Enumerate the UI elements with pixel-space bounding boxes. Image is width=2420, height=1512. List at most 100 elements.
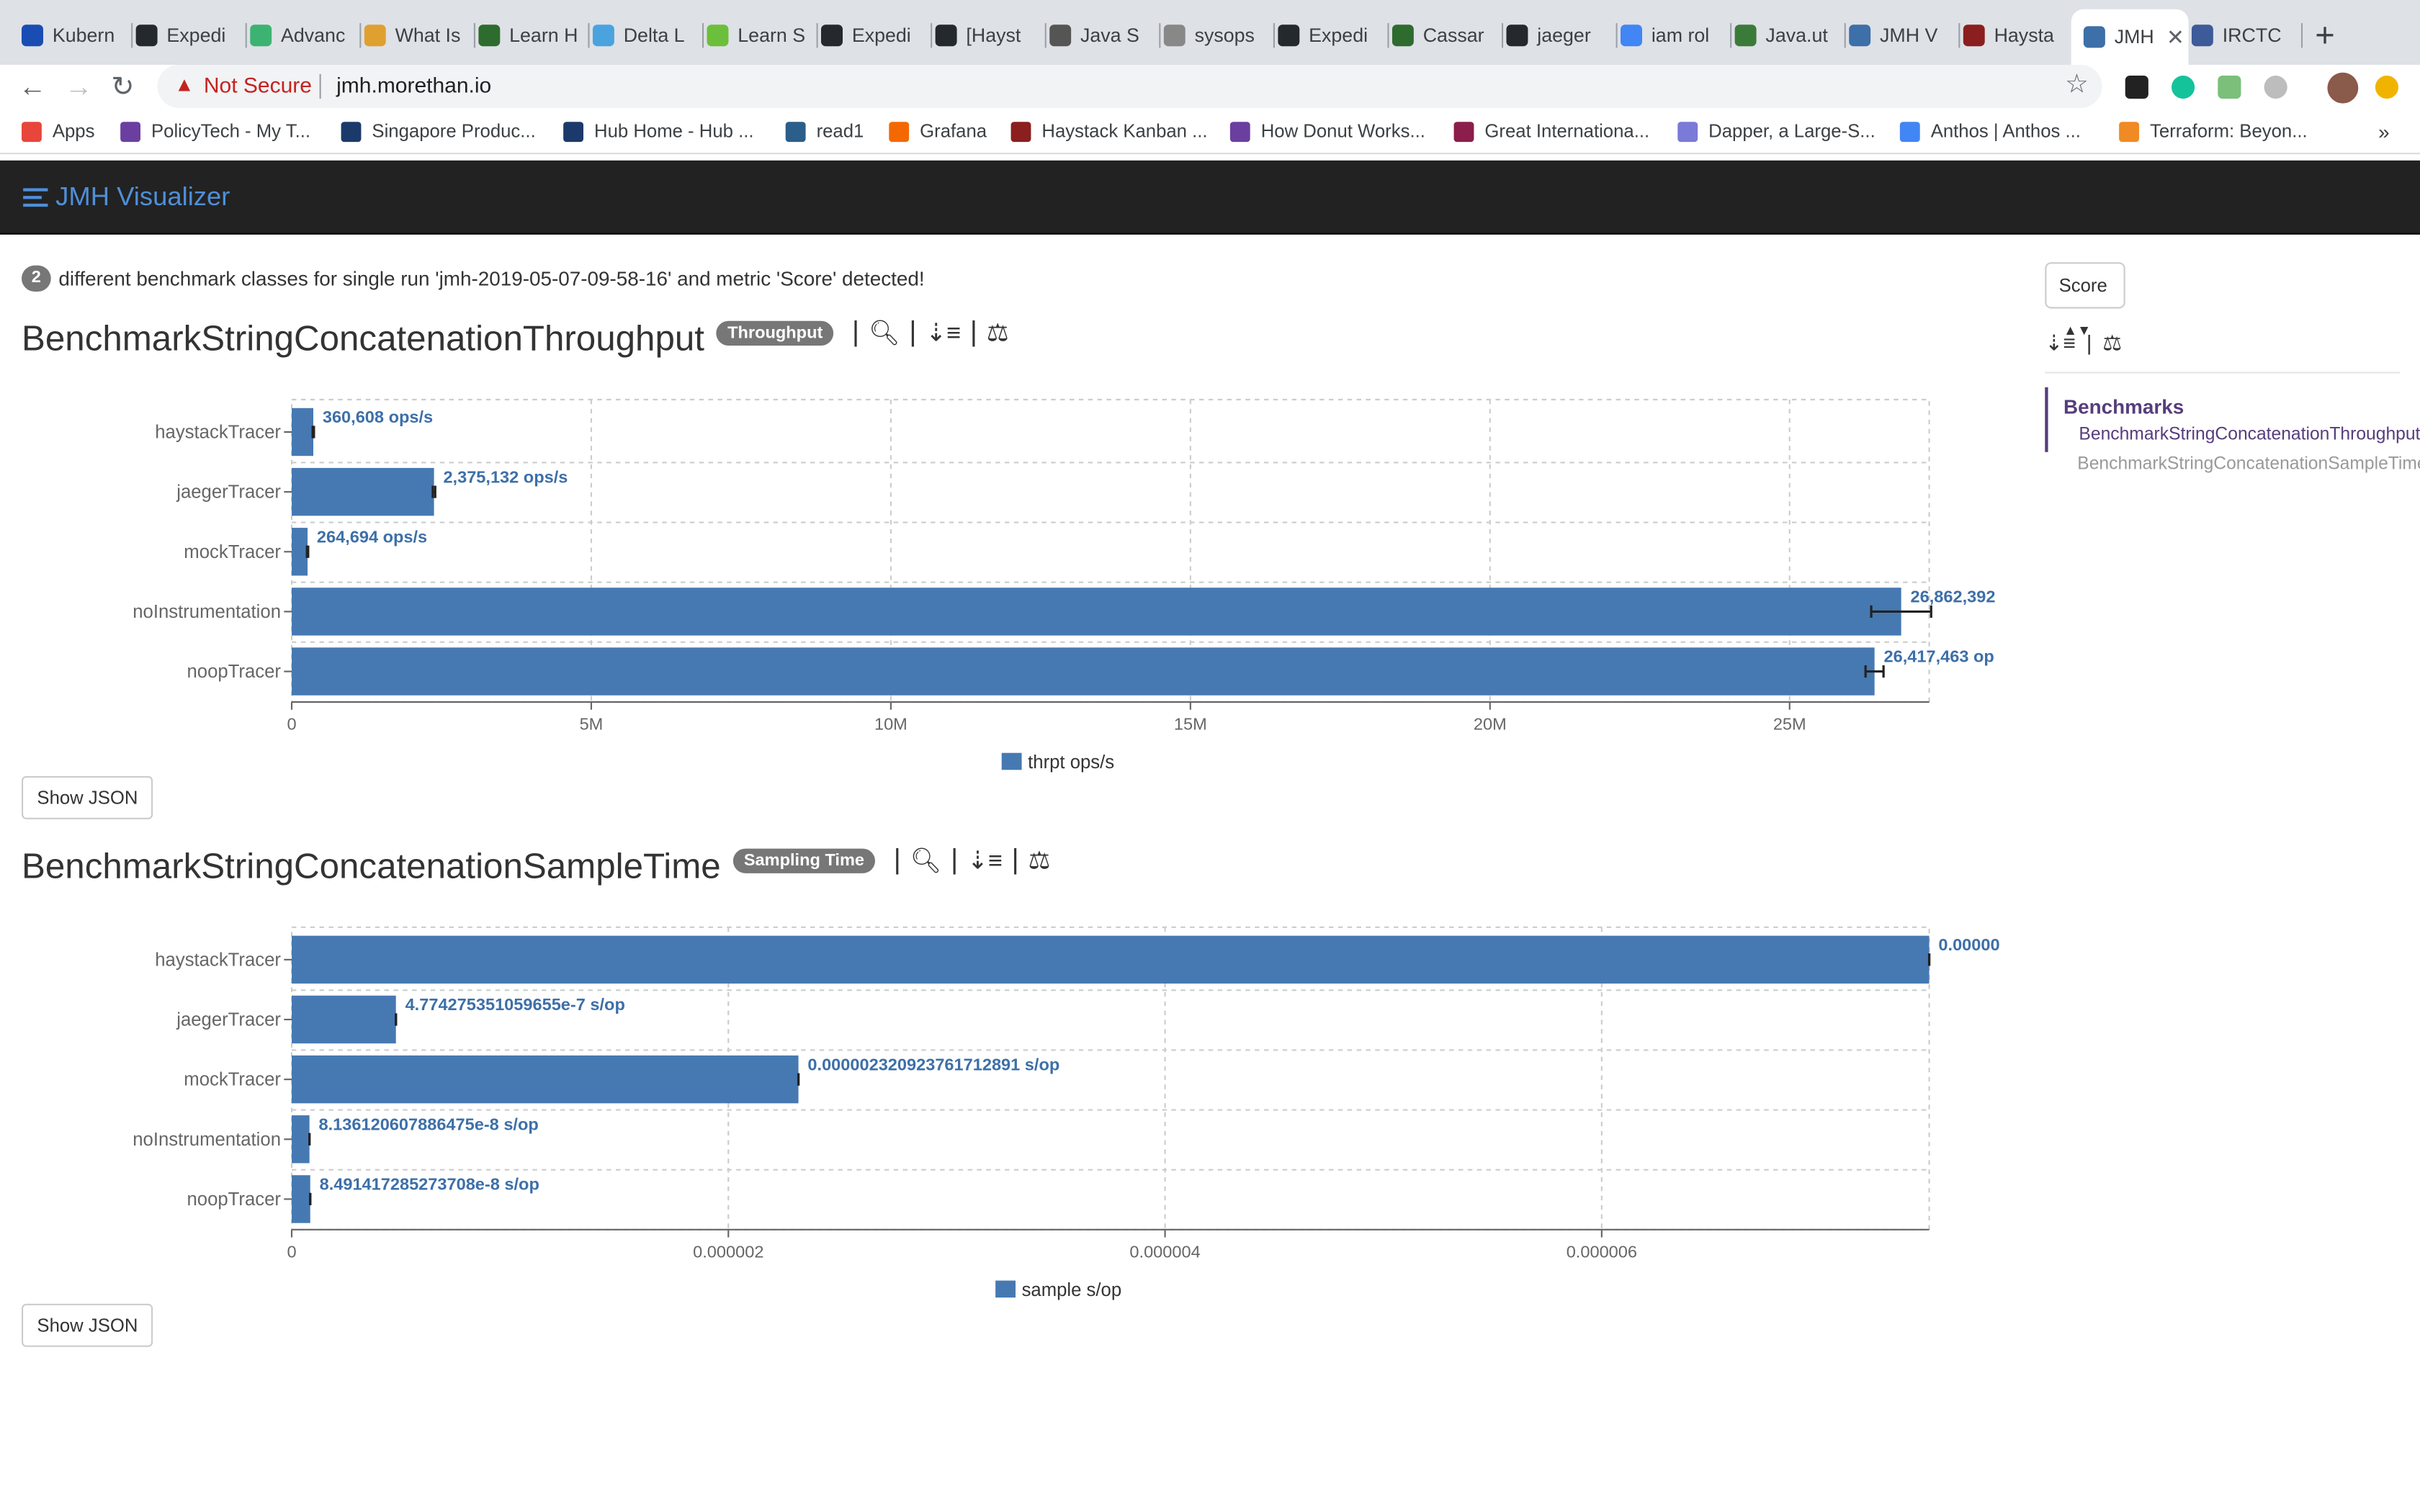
data-label: 0.00000 bbox=[1938, 935, 1999, 954]
bookmark-item[interactable]: Great Internationa... bbox=[1453, 120, 1649, 142]
sort-icon[interactable]: ⇣≡ bbox=[2045, 330, 2076, 355]
sort-icon[interactable]: ⇣≡ bbox=[926, 317, 961, 348]
browser-tab[interactable]: Java.ut bbox=[1734, 12, 1846, 58]
browser-tab[interactable]: Java S bbox=[1049, 12, 1161, 58]
brand[interactable]: JMH Visualizer bbox=[23, 182, 230, 213]
new-tab-button[interactable]: + bbox=[2315, 15, 2335, 55]
browser-tab[interactable]: iam rol bbox=[1621, 12, 1732, 58]
side-divider bbox=[2045, 372, 2401, 374]
nav-item-throughput[interactable]: BenchmarkStringConcatenationThroughput bbox=[2063, 426, 2420, 444]
avatar[interactable] bbox=[2327, 72, 2359, 104]
browser-tab[interactable]: Haysta bbox=[1963, 12, 2069, 58]
bar[interactable] bbox=[292, 408, 313, 456]
tab-label: Learn H bbox=[509, 24, 578, 47]
bar[interactable] bbox=[292, 588, 1901, 636]
url-text[interactable]: jmh.morethan.io bbox=[336, 73, 491, 97]
tab-label: Delta L bbox=[623, 24, 685, 47]
browser-tab[interactable]: IRCTC bbox=[2191, 12, 2303, 58]
forward-icon[interactable]: → bbox=[65, 71, 93, 104]
x-tick-label: 0 bbox=[287, 1242, 296, 1261]
browser-tab[interactable]: What Is bbox=[364, 12, 475, 58]
browser-tab[interactable]: Expedi bbox=[1278, 12, 1389, 58]
tab-favicon-icon bbox=[2083, 26, 2105, 48]
tab-favicon-icon bbox=[1163, 24, 1186, 47]
sort-icon[interactable]: ⇣≡ bbox=[967, 845, 1003, 876]
browser-tab[interactable]: [Hayst bbox=[935, 12, 1047, 58]
bookmark-item[interactable]: Anthos | Anthos ... bbox=[1899, 120, 2081, 142]
bookmark-item[interactable]: Terraform: Beyon... bbox=[2119, 120, 2308, 142]
show-json-button[interactable]: Show JSON bbox=[22, 1303, 153, 1347]
browser-tab[interactable]: jaeger bbox=[1506, 12, 1618, 58]
bar[interactable] bbox=[292, 995, 396, 1044]
grammarly-icon[interactable] bbox=[2172, 76, 2195, 99]
bar[interactable] bbox=[292, 1055, 799, 1104]
bookmark-star-icon[interactable]: ☆ bbox=[2065, 69, 2089, 100]
extension-icon[interactable] bbox=[2125, 76, 2148, 99]
bookmark-item[interactable]: How Donut Works... bbox=[1229, 120, 1425, 142]
bookmark-item[interactable]: Apps bbox=[22, 120, 94, 142]
not-secure-label[interactable]: Not Secure bbox=[204, 73, 312, 97]
bookmark-favicon-icon bbox=[341, 121, 362, 142]
tab-separator bbox=[931, 23, 933, 48]
tab-favicon-icon bbox=[364, 24, 386, 47]
extension-icon[interactable] bbox=[2218, 76, 2241, 99]
zoom-icon[interactable]: 🔍︎ bbox=[869, 317, 900, 348]
bookmark-favicon-icon bbox=[22, 121, 42, 142]
update-icon[interactable] bbox=[2375, 76, 2398, 99]
bar[interactable] bbox=[292, 1175, 310, 1223]
scale-icon[interactable]: ⚖ bbox=[2102, 330, 2122, 355]
browser-tab[interactable]: Delta L bbox=[592, 12, 704, 58]
address-bar[interactable]: ▲ Not Secure jmh.morethan.io ☆ bbox=[157, 65, 2102, 108]
bookmark-item[interactable]: Grafana bbox=[889, 120, 987, 142]
menu-lines-icon bbox=[23, 188, 48, 207]
tab-separator bbox=[1159, 23, 1161, 48]
data-label: 26,417,463 op bbox=[1884, 647, 1994, 666]
bar[interactable] bbox=[292, 528, 308, 576]
tab-label: What Is bbox=[395, 24, 461, 47]
scale-icon[interactable]: ⚖ bbox=[987, 317, 1009, 348]
viewport: Kubern Expedi Advanc What Is Learn H Delta L L… bbox=[0, 0, 2420, 1512]
browser-tab[interactable]: Learn H bbox=[478, 12, 590, 58]
bar[interactable] bbox=[292, 647, 1875, 696]
bookmark-item[interactable]: PolicyTech - My T... bbox=[120, 120, 310, 142]
zoom-icon[interactable]: 🔍︎ bbox=[910, 845, 942, 876]
show-json-button[interactable]: Show JSON bbox=[22, 775, 153, 819]
bookmark-item[interactable]: Dapper, a Large-S... bbox=[1677, 120, 1876, 142]
tab-separator bbox=[702, 23, 704, 48]
browser-tab[interactable]: Advanc bbox=[250, 12, 362, 58]
browser-tab[interactable]: JMH ✕ bbox=[2071, 9, 2189, 66]
tab-separator bbox=[1044, 23, 1047, 48]
browser-tab[interactable]: Kubern bbox=[22, 12, 133, 58]
browser-tab[interactable]: Learn S bbox=[707, 12, 818, 58]
bookmark-favicon-icon bbox=[1229, 121, 1250, 142]
tab-label: Kubern bbox=[52, 24, 115, 47]
tab-label: JMH V bbox=[1880, 24, 1938, 47]
nav-item-sampletime[interactable]: BenchmarkStringConcatenationSampleTime bbox=[2077, 455, 2420, 474]
reload-icon[interactable]: ↻ bbox=[111, 71, 134, 104]
browser-tab[interactable]: Expedi bbox=[821, 12, 933, 58]
y-tick-label: mockTracer bbox=[184, 1070, 281, 1090]
bookmark-item[interactable]: Hub Home - Hub ... bbox=[563, 120, 754, 142]
tab-separator bbox=[245, 23, 247, 48]
legend-swatch bbox=[995, 1280, 1016, 1298]
scale-icon[interactable]: ⚖ bbox=[1028, 845, 1050, 876]
close-tab-icon[interactable]: ✕ bbox=[2166, 24, 2184, 50]
extension-icon[interactable] bbox=[2264, 76, 2287, 99]
metric-select[interactable]: Score ▲▼ bbox=[2045, 262, 2125, 338]
bookmark-item[interactable]: read1 bbox=[785, 120, 864, 143]
bookmark-label: read1 bbox=[816, 120, 864, 143]
bar[interactable] bbox=[292, 1115, 310, 1164]
browser-tab[interactable]: Cassar bbox=[1392, 12, 1504, 58]
back-icon[interactable]: ← bbox=[19, 71, 47, 104]
bar[interactable] bbox=[292, 935, 1930, 984]
tab-favicon-icon bbox=[478, 24, 501, 47]
data-label: 360,608 ops/s bbox=[323, 408, 433, 426]
tab-favicon-icon bbox=[1849, 24, 1871, 47]
more-bookmarks-icon[interactable]: » bbox=[2378, 120, 2390, 143]
bookmark-item[interactable]: Haystack Kanban ... bbox=[1010, 120, 1208, 142]
browser-tab[interactable]: sysops bbox=[1163, 12, 1275, 58]
browser-tab[interactable]: JMH V bbox=[1849, 12, 1960, 58]
bookmark-item[interactable]: Singapore Produc... bbox=[341, 120, 536, 142]
browser-tab[interactable]: Expedi bbox=[135, 12, 247, 58]
bar[interactable] bbox=[292, 467, 434, 516]
